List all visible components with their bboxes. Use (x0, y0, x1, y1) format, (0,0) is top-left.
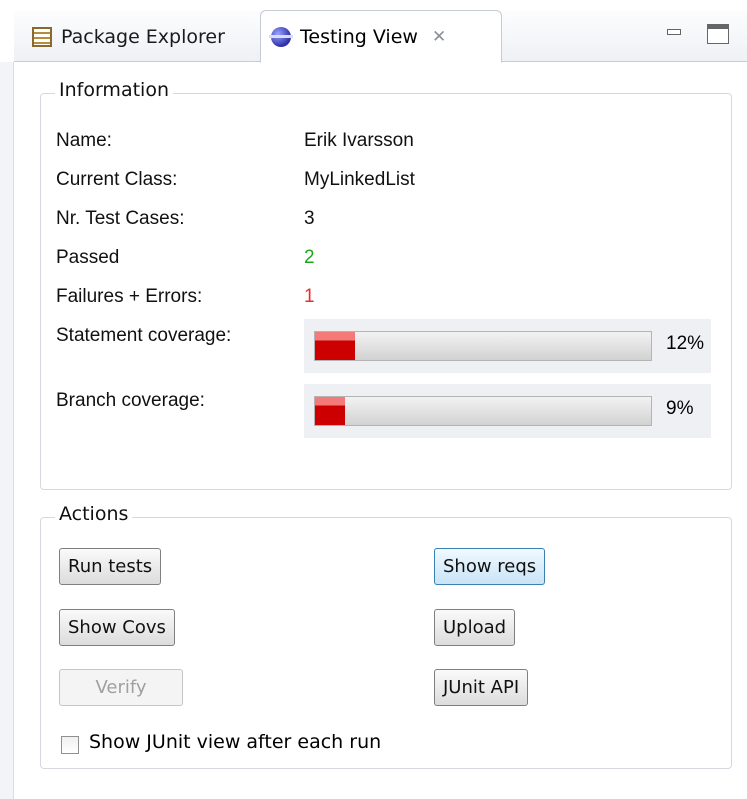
show-covs-button[interactable]: Show Covs (59, 609, 175, 646)
junit-api-button[interactable]: JUnit API (434, 669, 529, 706)
branch-coverage-fill (315, 397, 346, 425)
information-legend: Information (55, 79, 173, 101)
branch-coverage-label: Branch coverage: (56, 390, 205, 411)
actions-group: Actions Run tests Show reqs Show Covs Up… (40, 503, 732, 769)
information-group: Information Name: Erik Ivarsson Current … (40, 79, 732, 490)
current-class-label: Current Class: (56, 169, 178, 190)
statement-coverage-row: 12% (304, 319, 711, 373)
actions-legend: Actions (55, 503, 133, 525)
upload-button[interactable]: Upload (434, 609, 516, 646)
tab-package-explorer-label: Package Explorer (61, 25, 225, 48)
passed-label: Passed (56, 247, 120, 268)
close-tab-icon[interactable]: ✕ (432, 27, 446, 47)
failures-label: Failures + Errors: (56, 286, 203, 307)
branch-coverage-bar (314, 396, 652, 426)
left-panel-edge (0, 62, 14, 799)
statement-coverage-percent: 12% (666, 333, 705, 354)
package-explorer-icon (32, 26, 52, 47)
tab-testing-view-label: Testing View (300, 25, 418, 48)
test-cases-value: 3 (304, 208, 315, 229)
name-value: Erik Ivarsson (304, 130, 414, 151)
statement-coverage-bar (314, 331, 652, 361)
passed-value: 2 (304, 247, 315, 268)
show-junit-checkbox-label[interactable]: Show JUnit view after each run (89, 731, 381, 753)
testing-view-icon (269, 26, 293, 47)
run-tests-button[interactable]: Run tests (59, 548, 162, 585)
branch-coverage-row: 9% (304, 384, 711, 438)
tab-package-explorer[interactable]: Package Explorer (22, 10, 262, 63)
tab-testing-view[interactable]: Testing View ✕ (260, 10, 502, 63)
statement-coverage-label: Statement coverage: (56, 325, 232, 346)
name-label: Name: (56, 130, 112, 151)
failures-value: 1 (304, 286, 315, 307)
maximize-view-button[interactable] (707, 24, 729, 44)
current-class-value: MyLinkedList (304, 169, 415, 190)
minimize-view-button[interactable] (663, 24, 685, 44)
branch-coverage-percent: 9% (666, 398, 694, 419)
statement-coverage-fill (315, 332, 356, 360)
view-tab-bar: Package Explorer Testing View ✕ (14, 10, 747, 63)
show-junit-checkbox[interactable] (61, 736, 79, 754)
show-reqs-button[interactable]: Show reqs (434, 548, 546, 585)
verify-button[interactable]: Verify (59, 669, 183, 706)
test-cases-label: Nr. Test Cases: (56, 208, 185, 229)
